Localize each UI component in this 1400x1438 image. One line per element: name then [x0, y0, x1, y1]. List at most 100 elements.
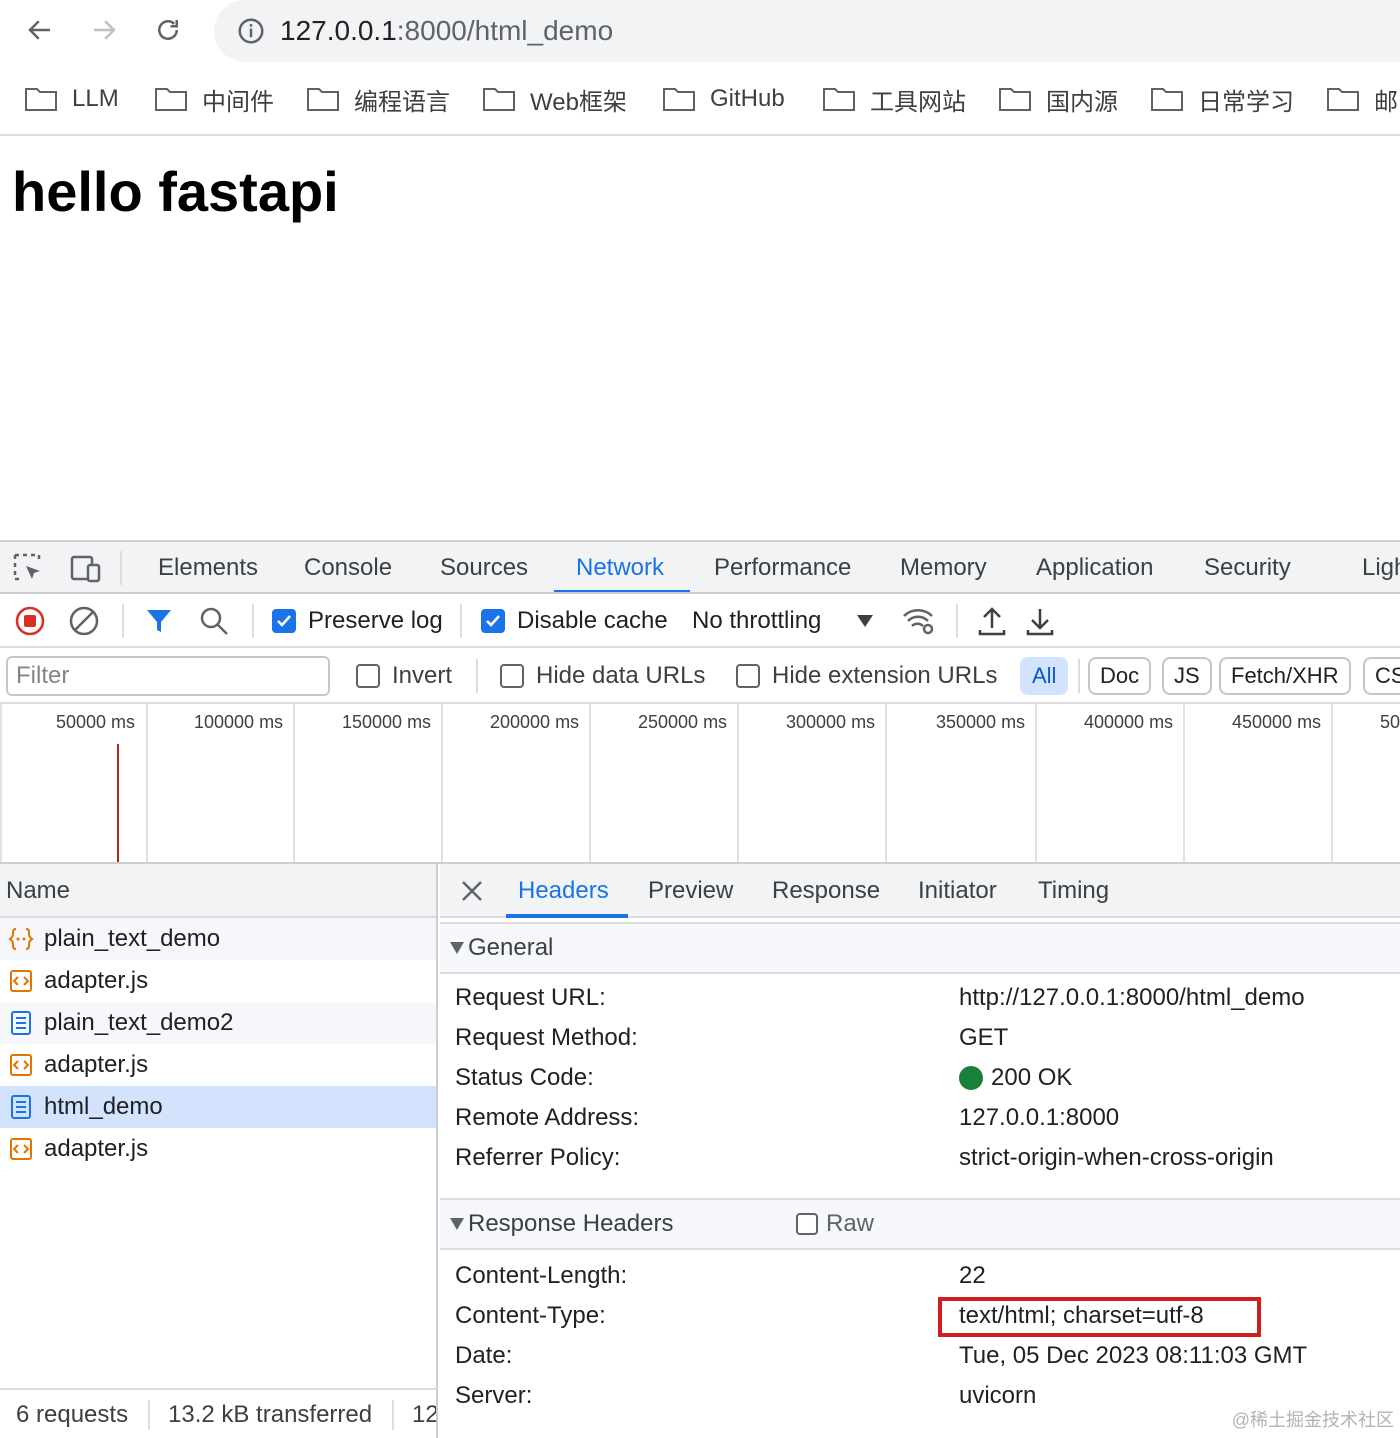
- invert-checkbox[interactable]: Invert: [356, 648, 453, 702]
- tab-elements[interactable]: Elements: [158, 542, 258, 592]
- tick-line: [589, 704, 591, 862]
- status-code-value: 200 OK: [959, 1058, 1072, 1098]
- bookmark-folder[interactable]: 中间件: [154, 82, 274, 116]
- request-count: 6 requests: [16, 1401, 129, 1428]
- checkbox-unchecked[interactable]: [736, 664, 760, 688]
- folder-icon: [999, 88, 1031, 111]
- bookmark-label: 国内源: [1046, 88, 1118, 116]
- header-key: Content-Length:: [455, 1262, 628, 1289]
- checkbox-checked[interactable]: [272, 609, 296, 633]
- hide-extension-urls-checkbox[interactable]: Hide extension URLs: [736, 648, 997, 702]
- fetch-icon: [8, 928, 34, 950]
- tick-label: 300000 ms: [786, 712, 876, 732]
- status-code-text: 200 OK: [991, 1064, 1073, 1091]
- general-section-header[interactable]: General: [440, 922, 1400, 974]
- tab-headers[interactable]: Headers: [518, 864, 609, 918]
- url-text[interactable]: 127.0.0.1:8000/html_demo: [280, 14, 613, 48]
- watermark: @稀土掘金技术社区: [1231, 1410, 1394, 1430]
- header-value: strict-origin-when-cross-origin: [959, 1144, 1274, 1171]
- bookmark-folder[interactable]: 国内源: [998, 82, 1118, 116]
- invert-label: Invert: [392, 662, 453, 689]
- type-filter-doc[interactable]: Doc: [1088, 657, 1152, 695]
- bookmark-label: 日常学习: [1198, 88, 1294, 116]
- bookmark-folder[interactable]: Web框架: [482, 82, 627, 116]
- throttling-dropdown[interactable]: [856, 594, 874, 648]
- separator: [476, 659, 478, 693]
- preserve-log-checkbox[interactable]: Preserve log: [272, 594, 443, 648]
- tab-timing[interactable]: Timing: [1038, 864, 1109, 918]
- tab-network[interactable]: Network: [576, 542, 664, 592]
- throttling-select[interactable]: No throttling: [692, 594, 821, 648]
- filter-input[interactable]: [6, 656, 330, 696]
- separator: [120, 551, 122, 585]
- type-filter-css[interactable]: CS: [1363, 657, 1400, 695]
- back-button[interactable]: [20, 10, 60, 50]
- disable-cache-checkbox[interactable]: Disable cache: [481, 594, 668, 648]
- raw-checkbox[interactable]: Raw: [796, 1200, 874, 1248]
- separator: [460, 604, 462, 638]
- request-row[interactable]: adapter.js: [0, 1128, 436, 1170]
- header-row: Request Method: GET: [440, 1018, 1400, 1058]
- import-har-button[interactable]: [978, 594, 1006, 648]
- type-filter-fetch-xhr[interactable]: Fetch/XHR: [1219, 657, 1351, 695]
- tab-performance[interactable]: Performance: [714, 542, 851, 592]
- separator: [122, 604, 124, 638]
- request-row[interactable]: adapter.js: [0, 1044, 436, 1086]
- network-overview-timeline[interactable]: 50000 ms 100000 ms 150000 ms 200000 ms 2…: [0, 704, 1400, 864]
- type-filter-all[interactable]: All: [1020, 657, 1069, 695]
- tab-security[interactable]: Security: [1204, 542, 1291, 592]
- column-header-name[interactable]: Name: [0, 864, 436, 918]
- checkbox-unchecked[interactable]: [500, 664, 524, 688]
- tab-sources[interactable]: Sources: [440, 542, 528, 592]
- filter-toggle-button[interactable]: [144, 594, 174, 648]
- clear-icon: [69, 606, 99, 636]
- tab-preview[interactable]: Preview: [648, 864, 733, 918]
- checkbox-unchecked[interactable]: [356, 664, 380, 688]
- request-row[interactable]: plain_text_demo2: [0, 1002, 436, 1044]
- clear-button[interactable]: [68, 594, 100, 648]
- request-row-selected[interactable]: html_demo: [0, 1086, 436, 1128]
- bookmark-folder[interactable]: 邮: [1326, 82, 1398, 116]
- inspect-element-icon[interactable]: [12, 552, 46, 586]
- device-toolbar-icon[interactable]: [68, 552, 102, 586]
- export-har-button[interactable]: [1026, 594, 1054, 648]
- folder-icon: [1151, 88, 1183, 111]
- address-bar[interactable]: 127.0.0.1:8000/html_demo: [214, 0, 1400, 62]
- tick-line: [885, 704, 887, 862]
- checkbox-unchecked[interactable]: [796, 1213, 818, 1235]
- tab-console[interactable]: Console: [304, 542, 392, 592]
- bookmark-folder[interactable]: LLM: [24, 82, 119, 116]
- network-conditions-button[interactable]: [902, 594, 936, 648]
- hide-data-urls-checkbox[interactable]: Hide data URLs: [500, 648, 705, 702]
- tab-memory[interactable]: Memory: [900, 542, 987, 592]
- header-key: Referrer Policy:: [455, 1144, 621, 1171]
- forward-button[interactable]: [84, 10, 124, 50]
- tab-lighthouse[interactable]: Ligh: [1362, 542, 1400, 592]
- checkbox-checked[interactable]: [481, 609, 505, 633]
- check-icon: [486, 615, 500, 627]
- tab-initiator[interactable]: Initiator: [918, 864, 997, 918]
- tab-application[interactable]: Application: [1036, 542, 1153, 592]
- bookmark-folder[interactable]: 编程语言: [306, 82, 450, 116]
- active-tab-indicator: [506, 914, 628, 918]
- record-button[interactable]: [14, 594, 46, 648]
- request-row[interactable]: adapter.js: [0, 960, 436, 1002]
- folder-icon: [25, 88, 57, 111]
- document-icon: [11, 1011, 31, 1035]
- header-key: Request Method:: [455, 1024, 638, 1051]
- bookmark-folder[interactable]: GitHub: [662, 82, 785, 116]
- tab-response[interactable]: Response: [772, 864, 880, 918]
- request-row[interactable]: plain_text_demo: [0, 918, 436, 960]
- response-headers-section-header[interactable]: Response Headers Raw: [440, 1198, 1400, 1250]
- info-icon[interactable]: [236, 16, 266, 46]
- bookmark-folder[interactable]: 日常学习: [1150, 82, 1294, 116]
- bookmark-folder[interactable]: 工具网站: [822, 82, 966, 116]
- tick-line: [293, 704, 295, 862]
- tick-line: [1331, 704, 1333, 862]
- search-button[interactable]: [198, 594, 230, 648]
- reload-button[interactable]: [148, 10, 188, 50]
- type-filter-js[interactable]: JS: [1162, 657, 1212, 695]
- close-icon[interactable]: [458, 877, 486, 905]
- tick-label: 250000 ms: [638, 712, 728, 732]
- tick-line: [1183, 704, 1185, 862]
